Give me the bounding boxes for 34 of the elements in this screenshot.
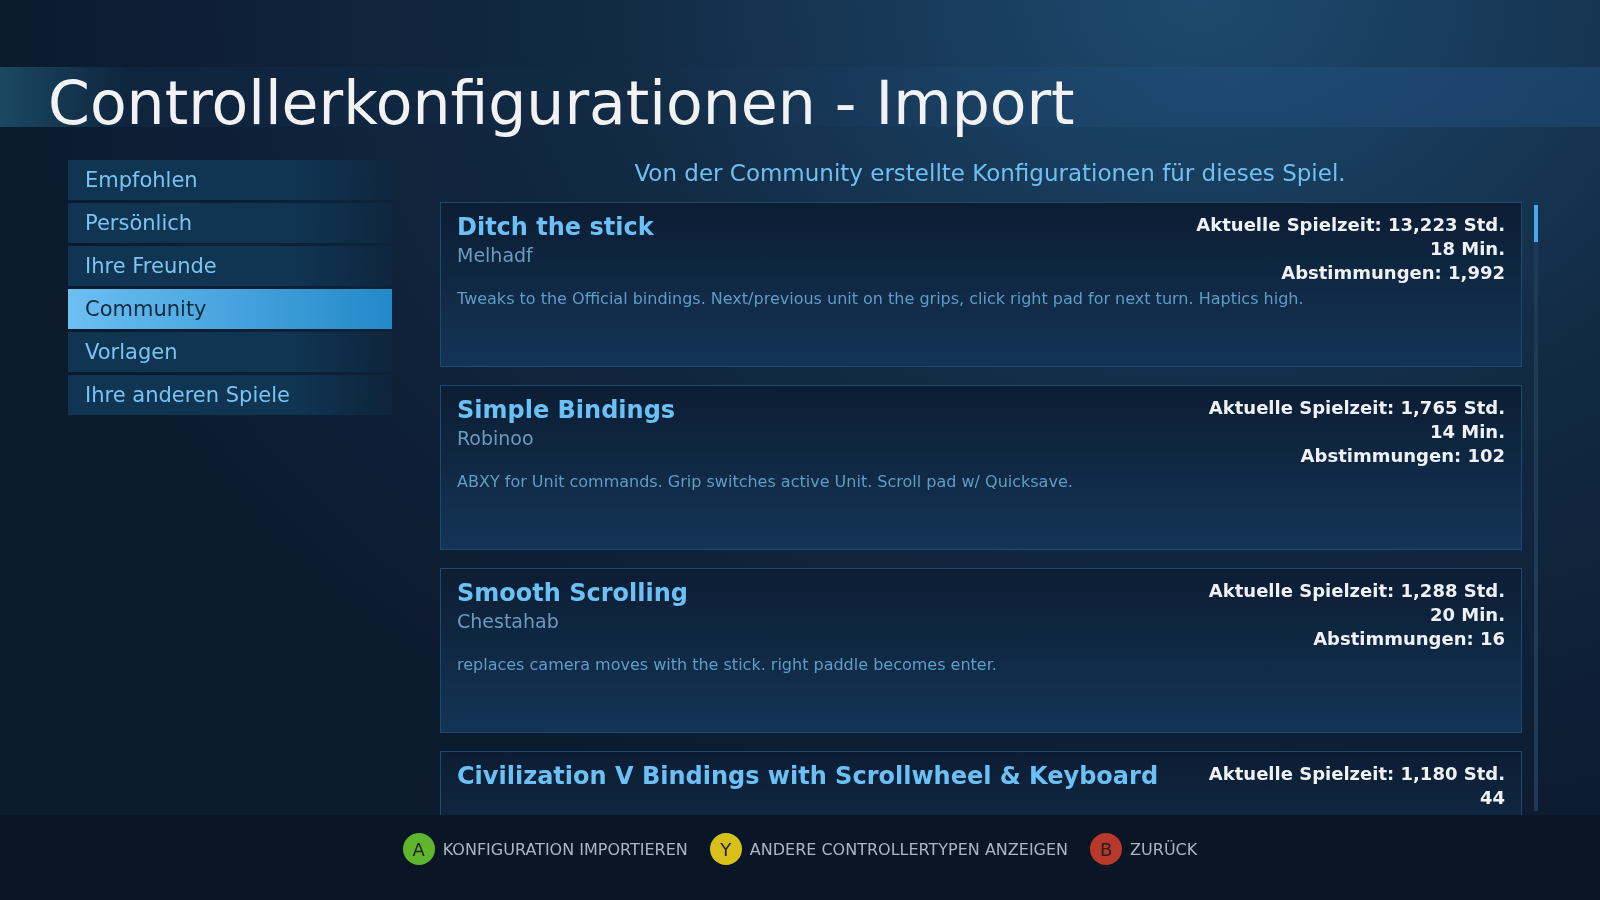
category-tab[interactable]: Empfohlen	[68, 160, 392, 200]
config-name: Ditch the stick	[457, 213, 654, 241]
button-hint[interactable]: KONFIGURATION IMPORTIEREN	[442, 839, 688, 859]
config-name: Smooth Scrolling	[457, 579, 688, 607]
config-card[interactable]: Smooth Scrolling Chestahab Aktuelle Spielzeit: 1,288 Std. 20 Min. Abstimmungen: 16 replaces camera moves with the stick. right paddle becomes enter.	[440, 568, 1522, 733]
votes-text: Abstimmungen: 102	[1300, 444, 1505, 468]
playtime-text: Aktuelle Spielzeit: 13,223 Std. 18 Min.	[1195, 213, 1505, 261]
config-card[interactable]: Ditch the stick Melhadf Aktuelle Spielzeit: 13,223 Std. 18 Min. Abstimmungen: 1,992 Tweaks to the Official bindings. Next/previous unit on the grips, click right pad for next turn. Haptics high.	[440, 202, 1522, 367]
config-card[interactable]: Simple Bindings Robinoo Aktuelle Spielzeit: 1,765 Std. 14 Min. Abstimmungen: 102 ABXY for Unit commands. Grip switches active Unit. Scroll pad w/ Quicksave.	[440, 385, 1522, 550]
controller-button-icon: A	[402, 833, 435, 865]
config-name: Simple Bindings	[457, 396, 676, 424]
config-author: Chestahab	[457, 610, 559, 632]
playtime-text: Aktuelle Spielzeit: 1,180 Std. 44	[1207, 762, 1505, 810]
button-hint[interactable]: ZURÜCK	[1130, 839, 1198, 859]
category-tab[interactable]: Ihre Freunde	[68, 246, 392, 286]
config-author: Melhadf	[457, 244, 533, 266]
controller-button-icon: Y	[709, 833, 742, 865]
button-hint[interactable]: ANDERE CONTROLLERTYPEN ANZEIGEN	[749, 839, 1069, 859]
config-author: Robinoo	[457, 427, 534, 449]
config-card[interactable]: Civilization V Bindings with Scrollwheel & Keyboard Aktuelle Spielzeit: 1,180 Std. 44	[440, 751, 1522, 815]
config-description: Tweaks to the Official bindings. Next/previous unit on the grips, click right pad for next turn. Haptics high.	[457, 289, 1304, 308]
category-tab[interactable]: Vorlagen	[68, 332, 392, 372]
category-tab[interactable]: Community	[68, 289, 392, 329]
category-tab[interactable]: Persönlich	[68, 203, 392, 243]
config-name: Civilization V Bindings with Scrollwheel & Keyboard	[457, 762, 1159, 790]
config-description: ABXY for Unit commands. Grip switches active Unit. Scroll pad w/ Quicksave.	[457, 472, 1073, 491]
votes-text: Abstimmungen: 1,992	[1281, 261, 1505, 285]
playtime-text: Aktuelle Spielzeit: 1,765 Std. 14 Min.	[1207, 396, 1505, 444]
section-subtitle: Von der Community erstellte Konfigurationen für dieses Spiel.	[634, 160, 1346, 186]
category-tab[interactable]: Ihre anderen Spiele	[68, 375, 392, 415]
votes-text: Abstimmungen: 16	[1313, 627, 1505, 651]
config-description: replaces camera moves with the stick. right paddle becomes enter.	[457, 655, 997, 674]
playtime-text: Aktuelle Spielzeit: 1,288 Std. 20 Min.	[1207, 579, 1505, 627]
controller-button-icon: B	[1090, 833, 1123, 865]
